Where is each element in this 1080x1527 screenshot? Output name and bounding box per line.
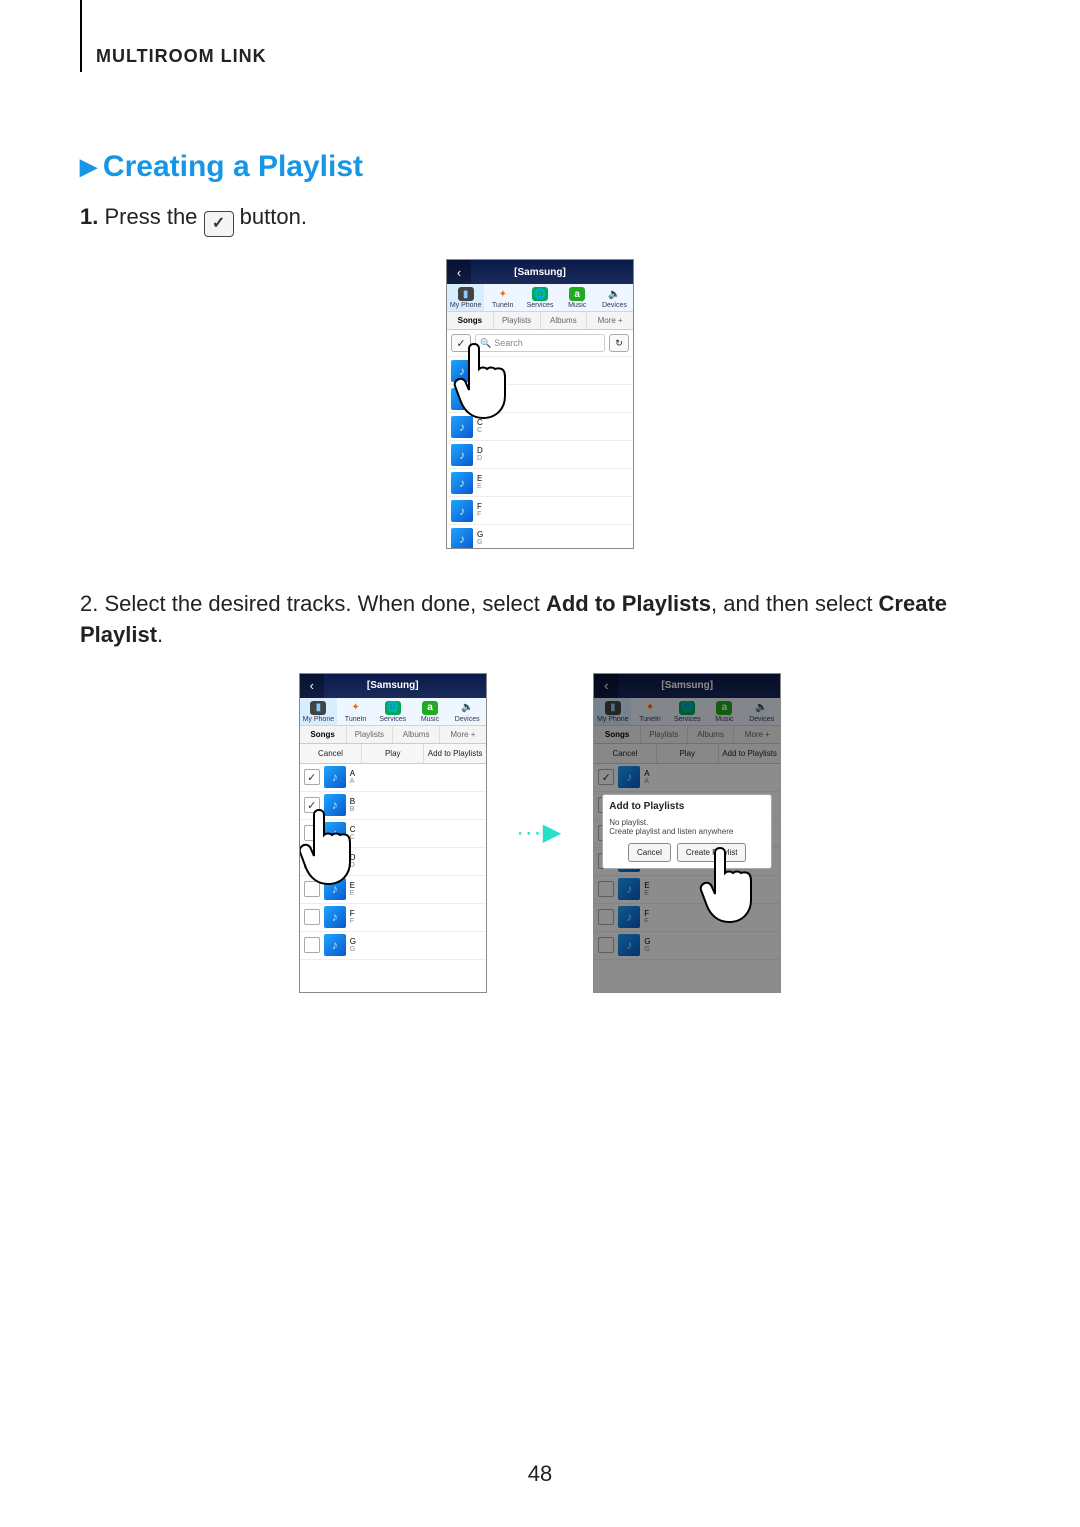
- app-title: [Samsung]: [300, 680, 486, 691]
- tab-playlists[interactable]: Playlists: [347, 726, 394, 743]
- nav-my-phone[interactable]: ▮My Phone: [300, 698, 337, 725]
- nav-music[interactable]: aMusic: [411, 698, 448, 725]
- search-icon: 🔍: [480, 338, 491, 349]
- nav-tunein[interactable]: ✦TuneIn: [337, 698, 374, 725]
- search-input[interactable]: 🔍Search: [475, 334, 605, 352]
- app-title: [Samsung]: [447, 267, 633, 278]
- tab-songs[interactable]: Songs: [300, 726, 347, 743]
- section-triangle-icon: ▶: [80, 154, 97, 180]
- track-row[interactable]: EE: [447, 469, 633, 497]
- step-1-text-before: Press the: [104, 204, 203, 229]
- figure-1: ‹ [Samsung] ▮My Phone ✦TuneIn 🌐Services …: [80, 259, 1000, 549]
- back-button[interactable]: ‹: [300, 674, 324, 698]
- track-row[interactable]: A: [447, 357, 633, 385]
- track-row[interactable]: FF: [447, 497, 633, 525]
- track-row[interactable]: CC: [447, 413, 633, 441]
- step-2-num: 2.: [80, 591, 98, 616]
- screenshot-2: ‹ [Samsung] ▮My Phone ✦TuneIn 🌐Services …: [299, 673, 487, 993]
- step-2-text-2: , and then select: [711, 591, 879, 616]
- cancel-button[interactable]: Cancel: [300, 744, 362, 763]
- step-2-text-3: .: [157, 622, 163, 647]
- arrow-icon: ∙∙∙▶: [517, 818, 563, 847]
- track-row[interactable]: AA: [300, 764, 486, 792]
- popup-subtitle: No playlist. Create playlist and listen …: [609, 818, 765, 837]
- checkbox[interactable]: [304, 937, 320, 953]
- app-header: ‹ [Samsung]: [300, 674, 486, 698]
- figure-2: ‹ [Samsung] ▮My Phone ✦TuneIn 🌐Services …: [80, 673, 1000, 993]
- tab-more[interactable]: More +: [440, 726, 486, 743]
- search-row: ✓ 🔍Search ↻: [447, 330, 633, 357]
- back-button[interactable]: ‹: [447, 260, 471, 284]
- check-button-icon: ✓: [204, 211, 234, 237]
- checkbox[interactable]: [304, 797, 320, 813]
- nav-row: ▮My Phone ✦TuneIn 🌐Services aMusic 🔈Devi…: [300, 698, 486, 726]
- track-row[interactable]: DD: [300, 848, 486, 876]
- refresh-button[interactable]: ↻: [609, 334, 629, 352]
- track-row[interactable]: CC: [300, 820, 486, 848]
- selection-action-row: Cancel Play Add to Playlists: [300, 744, 486, 764]
- nav-services[interactable]: 🌐Services: [521, 284, 558, 311]
- nav-row: ▮My Phone ✦TuneIn 🌐Services aMusic 🔈Devi…: [447, 284, 633, 312]
- tab-row: Songs Playlists Albums More +: [447, 312, 633, 330]
- nav-tunein[interactable]: ✦TuneIn: [484, 284, 521, 311]
- step-1: 1. Press the ✓ button.: [80, 202, 1000, 237]
- step-2-bold-1: Add to Playlists: [546, 591, 711, 616]
- track-row[interactable]: GG: [300, 932, 486, 960]
- step-1-num: 1.: [80, 204, 98, 229]
- app-header: ‹ [Samsung]: [447, 260, 633, 284]
- add-to-playlists-popup: Add to Playlists No playlist. Create pla…: [602, 794, 772, 869]
- tab-more[interactable]: More +: [587, 312, 633, 329]
- step-2-text-1: Select the desired tracks. When done, se…: [104, 591, 545, 616]
- checkbox[interactable]: [304, 881, 320, 897]
- popup-title: Add to Playlists: [609, 801, 765, 812]
- step-1-text-after: button.: [240, 204, 307, 229]
- tab-albums[interactable]: Albums: [541, 312, 588, 329]
- track-row[interactable]: DD: [447, 441, 633, 469]
- popup-create-playlist-button[interactable]: Create Playlist: [677, 843, 747, 862]
- track-row[interactable]: EE: [300, 876, 486, 904]
- track-row[interactable]: [447, 385, 633, 413]
- step-2: 2. Select the desired tracks. When done,…: [80, 589, 1000, 651]
- nav-devices[interactable]: 🔈Devices: [449, 698, 486, 725]
- track-row[interactable]: BB: [300, 792, 486, 820]
- track-row[interactable]: FF: [300, 904, 486, 932]
- track-list: AA BB CC DD EE FF GG: [300, 764, 486, 960]
- section-title: ▶Creating a Playlist: [80, 150, 1000, 184]
- tab-row: Songs Playlists Albums More +: [300, 726, 486, 744]
- page-number: 48: [0, 1461, 1080, 1487]
- checkbox[interactable]: [304, 909, 320, 925]
- checkbox[interactable]: [304, 853, 320, 869]
- track-list: A CC DD EE FF GG: [447, 357, 633, 549]
- tab-songs[interactable]: Songs: [447, 312, 494, 329]
- section-title-text: Creating a Playlist: [103, 150, 363, 183]
- tab-albums[interactable]: Albums: [393, 726, 440, 743]
- nav-devices[interactable]: 🔈Devices: [596, 284, 633, 311]
- checkbox[interactable]: [304, 825, 320, 841]
- tab-playlists[interactable]: Playlists: [494, 312, 541, 329]
- header-label: MULTIROOM LINK: [96, 46, 267, 67]
- nav-music[interactable]: aMusic: [559, 284, 596, 311]
- nav-services[interactable]: 🌐Services: [374, 698, 411, 725]
- select-mode-button[interactable]: ✓: [451, 334, 471, 352]
- checkbox[interactable]: [304, 769, 320, 785]
- track-row[interactable]: GG: [447, 525, 633, 549]
- screenshot-3: ‹ [Samsung] ▮My Phone ✦TuneIn 🌐Services …: [593, 673, 781, 993]
- play-button[interactable]: Play: [362, 744, 424, 763]
- popup-cancel-button[interactable]: Cancel: [628, 843, 671, 862]
- screenshot-1: ‹ [Samsung] ▮My Phone ✦TuneIn 🌐Services …: [446, 259, 634, 549]
- nav-my-phone[interactable]: ▮My Phone: [447, 284, 484, 311]
- content: ▶Creating a Playlist 1. Press the ✓ butt…: [80, 150, 1000, 1033]
- add-to-playlists-button[interactable]: Add to Playlists: [424, 744, 485, 763]
